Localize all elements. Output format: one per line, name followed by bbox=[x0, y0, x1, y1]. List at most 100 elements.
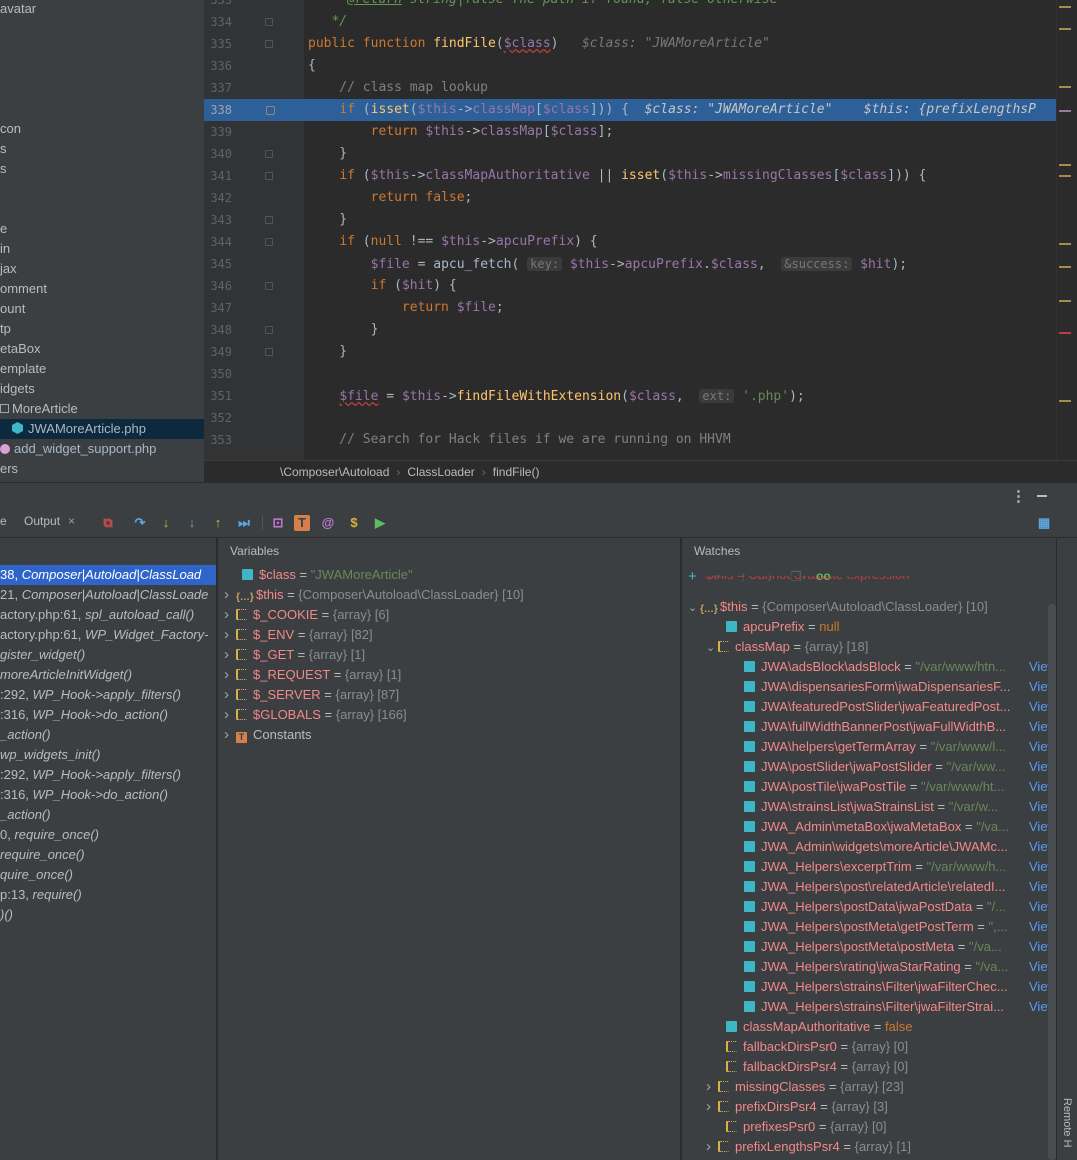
dollar-icon[interactable]: $ bbox=[346, 515, 362, 531]
watches-scrollbar[interactable] bbox=[1048, 604, 1056, 1160]
tree-item[interactable]: idgets bbox=[0, 379, 204, 399]
chevron-right-icon[interactable]: › bbox=[706, 1097, 718, 1117]
watch-field-row[interactable]: fallbackDirsPsr4 = {array} [0] bbox=[726, 1057, 908, 1077]
code-line[interactable]: 352 bbox=[204, 407, 1056, 429]
variable-row[interactable]: › $_ENV = {array} [82] bbox=[224, 625, 373, 645]
watch-row-classmap[interactable]: ⌄ classMap = {array} [18] bbox=[706, 637, 868, 657]
stack-frame[interactable]: _action() bbox=[0, 805, 216, 825]
watches-panel[interactable]: Watches + − ↑ ↓ ❐ oo $this = Cannot eval… bbox=[682, 538, 1056, 1160]
force-step-into-icon[interactable]: ↓ bbox=[184, 515, 200, 531]
evaluate-expression-icon[interactable]: ⊡ bbox=[270, 515, 286, 531]
stack-frame[interactable]: _action() bbox=[0, 725, 216, 745]
breadcrumb-method[interactable]: findFile() bbox=[493, 465, 540, 479]
more-options-icon[interactable]: ⋮ bbox=[1011, 487, 1026, 505]
classmap-entry[interactable]: JWA\dispensariesForm\jwaDispensariesF...… bbox=[744, 677, 1054, 697]
stack-frame[interactable]: wp_widgets_init() bbox=[0, 745, 216, 765]
stack-frame[interactable]: 0, require_once() bbox=[0, 825, 216, 845]
breadcrumb-namespace[interactable]: \Composer\Autoload bbox=[280, 465, 389, 479]
chevron-right-icon[interactable]: › bbox=[224, 685, 236, 705]
stack-frame[interactable]: actory.php:61, spl_autoload_call() bbox=[0, 605, 216, 625]
code-line[interactable]: 335 public function findFile($class) $cla… bbox=[204, 33, 1056, 55]
stack-frame[interactable]: :316, WP_Hook->do_action() bbox=[0, 705, 216, 725]
close-icon[interactable]: × bbox=[68, 514, 75, 528]
chevron-right-icon[interactable]: › bbox=[706, 1137, 718, 1157]
variable-row[interactable]: › $_SERVER = {array} [87] bbox=[224, 685, 399, 705]
watch-error-row[interactable]: $this = Cannot evaluate expression bbox=[706, 576, 909, 586]
chevron-right-icon[interactable]: › bbox=[224, 605, 236, 625]
stack-frame[interactable]: moreArticleInitWidget() bbox=[0, 665, 216, 685]
restore-layout-icon[interactable]: ⧉ bbox=[100, 515, 116, 531]
layout-icon[interactable]: ▦ bbox=[1036, 515, 1052, 531]
code-line[interactable]: 343 } bbox=[204, 209, 1056, 231]
stack-frame[interactable]: :316, WP_Hook->do_action() bbox=[0, 785, 216, 805]
variable-row[interactable]: › {…} $this = {Composer\Autoload\ClassLoad… bbox=[224, 585, 524, 605]
step-over-icon[interactable]: ↷ bbox=[132, 515, 148, 531]
stack-frame[interactable]: require_once() bbox=[0, 845, 216, 865]
classmap-entry[interactable]: JWA_Admin\metaBox\jwaMetaBox = "/va... Vi… bbox=[744, 817, 1054, 837]
tree-item-widget-file[interactable]: add_widget_support.php bbox=[0, 439, 204, 459]
classmap-entry[interactable]: JWA_Helpers\excerptTrim = "/var/www/h...… bbox=[744, 857, 1054, 877]
chevron-right-icon[interactable]: › bbox=[224, 625, 236, 645]
tab-debugger[interactable]: e bbox=[0, 514, 7, 528]
code-line[interactable]: 353 // Search for Hack files if we are r… bbox=[204, 429, 1056, 451]
variable-row[interactable]: $class = "JWAMoreArticle" bbox=[242, 565, 413, 585]
breadcrumb-class[interactable]: ClassLoader bbox=[407, 465, 474, 479]
code-line[interactable]: 350 bbox=[204, 363, 1056, 385]
classmap-entry[interactable]: JWA\postTile\jwaPostTile = "/var/www/ht.… bbox=[744, 777, 1054, 797]
chevron-right-icon[interactable]: › bbox=[224, 645, 236, 665]
stack-frame[interactable]: actory.php:61, WP_Widget_Factory- bbox=[0, 625, 216, 645]
step-into-icon[interactable]: ↓ bbox=[158, 515, 174, 531]
watch-row-apcuprefix[interactable]: apcuPrefix = null bbox=[726, 617, 840, 637]
stack-frame[interactable]: p:13, require() bbox=[0, 885, 216, 905]
tree-item[interactable]: ers bbox=[0, 459, 204, 479]
chevron-right-icon[interactable]: › bbox=[224, 585, 236, 605]
code-line[interactable]: 339 return $this->classMap[$class]; bbox=[204, 121, 1056, 143]
classmap-entry[interactable]: JWA_Admin\widgets\moreArticle\JWAMc... Vi… bbox=[744, 837, 1054, 857]
variable-row[interactable]: › T Constants bbox=[224, 725, 312, 745]
show-constants-icon[interactable]: T bbox=[294, 515, 310, 531]
tree-item[interactable]: emplate bbox=[0, 359, 204, 379]
chevron-down-icon[interactable]: ⌄ bbox=[706, 638, 718, 658]
classmap-entry[interactable]: JWA_Helpers\postMeta\postMeta = "/va... V… bbox=[744, 937, 1054, 957]
tree-item[interactable]: in bbox=[0, 239, 204, 259]
watch-field-row[interactable]: prefixesPsr0 = {array} [0] bbox=[726, 1117, 886, 1137]
chevron-right-icon[interactable]: › bbox=[224, 665, 236, 685]
tree-item[interactable]: ount bbox=[0, 299, 204, 319]
stack-frame[interactable]: )() bbox=[0, 905, 216, 925]
stack-frame[interactable]: 38, Composer|Autoload|ClassLoad bbox=[0, 565, 216, 585]
code-line[interactable]: 346 if ($hit) { bbox=[204, 275, 1056, 297]
chevron-right-icon[interactable]: › bbox=[706, 1077, 718, 1097]
chevron-right-icon[interactable]: › bbox=[224, 705, 236, 725]
classmap-entry[interactable]: JWA_Helpers\postMeta\getPostTerm = ",...… bbox=[744, 917, 1054, 937]
variable-row[interactable]: › $GLOBALS = {array} [166] bbox=[224, 705, 407, 725]
editor-scrollbar[interactable] bbox=[1056, 0, 1077, 460]
variable-row[interactable]: › $_GET = {array} [1] bbox=[224, 645, 365, 665]
classmap-entry[interactable]: JWA_Helpers\postData\jwaPostData = "/...… bbox=[744, 897, 1054, 917]
code-editor[interactable]: 333 * @return string|false The path if f… bbox=[204, 0, 1077, 460]
watch-field-row[interactable]: › missingClasses = {array} [23] bbox=[706, 1077, 904, 1097]
code-line[interactable]: 347 return $file; bbox=[204, 297, 1056, 319]
tree-item[interactable]: con bbox=[0, 119, 204, 139]
classmap-entry[interactable]: JWA\postSlider\jwaPostSlider = "/var/ww.… bbox=[744, 757, 1054, 777]
classmap-entry[interactable]: JWA_Helpers\rating\jwaStarRating = "/va.… bbox=[744, 957, 1054, 977]
variables-panel[interactable]: Variables $class = "JWAMoreArticle" › {…} $… bbox=[218, 538, 681, 1160]
tree-item[interactable]: omment bbox=[0, 279, 204, 299]
classmap-entry[interactable]: JWA_Helpers\strains\Filter\jwaFilterStra… bbox=[744, 997, 1054, 1017]
project-tree[interactable]: avatar con s s e in jax omment ount tp etaBox empla… bbox=[0, 0, 204, 482]
tree-item-selected-file[interactable]: JWAMoreArticle.php bbox=[0, 419, 204, 439]
watch-field-row[interactable]: fallbackDirsPsr0 = {array} [0] bbox=[726, 1037, 908, 1057]
stack-frame[interactable]: 21, Composer|Autoload|ClassLoade bbox=[0, 585, 216, 605]
code-line[interactable]: 344 if (null !== $this->apcuPrefix) { bbox=[204, 231, 1056, 253]
code-line[interactable]: 351 $file = $this->findFileWithExtension… bbox=[204, 385, 1056, 407]
minimize-icon[interactable] bbox=[1037, 495, 1047, 497]
tree-item[interactable]: s bbox=[0, 139, 204, 159]
watch-field-row[interactable]: classMapAuthoritative = false bbox=[726, 1017, 912, 1037]
stack-frame[interactable]: gister_widget() bbox=[0, 645, 216, 665]
chevron-right-icon[interactable]: › bbox=[224, 725, 236, 745]
step-out-icon[interactable]: ↑ bbox=[210, 515, 226, 531]
code-line[interactable]: 333 * @return string|false The path if f… bbox=[204, 0, 1056, 11]
tab-output[interactable]: Output × bbox=[24, 514, 75, 528]
stack-frame[interactable]: quire_once() bbox=[0, 865, 216, 885]
classmap-entry[interactable]: JWA\strainsList\jwaStrainsList = "/var/w… bbox=[744, 797, 1054, 817]
classmap-entry[interactable]: JWA_Helpers\post\relatedArticle\relatedI… bbox=[744, 877, 1054, 897]
